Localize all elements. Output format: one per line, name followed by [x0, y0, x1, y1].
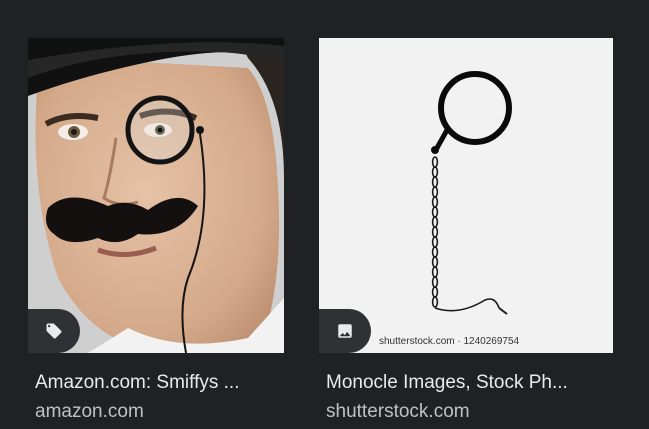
image-icon	[336, 322, 354, 340]
result-thumbnail[interactable]	[28, 38, 284, 353]
result-source[interactable]: shutterstock.com	[319, 401, 613, 423]
image-result-card[interactable]: shutterstock.com · 1240269754 Monocle Im…	[319, 38, 613, 423]
result-badge	[319, 309, 371, 353]
result-source[interactable]: amazon.com	[28, 401, 284, 423]
monocle-illustration	[319, 38, 613, 353]
tag-icon	[45, 322, 63, 340]
watermark-text: shutterstock.com · 1240269754	[379, 336, 520, 347]
result-title[interactable]: Amazon.com: Smiffys ...	[28, 372, 283, 394]
man-with-monocle-photo	[28, 38, 284, 353]
result-thumbnail[interactable]: shutterstock.com · 1240269754	[319, 38, 613, 353]
result-title[interactable]: Monocle Images, Stock Ph...	[319, 372, 612, 394]
image-result-card[interactable]: Amazon.com: Smiffys ... amazon.com	[28, 38, 284, 423]
result-badge	[28, 309, 80, 353]
